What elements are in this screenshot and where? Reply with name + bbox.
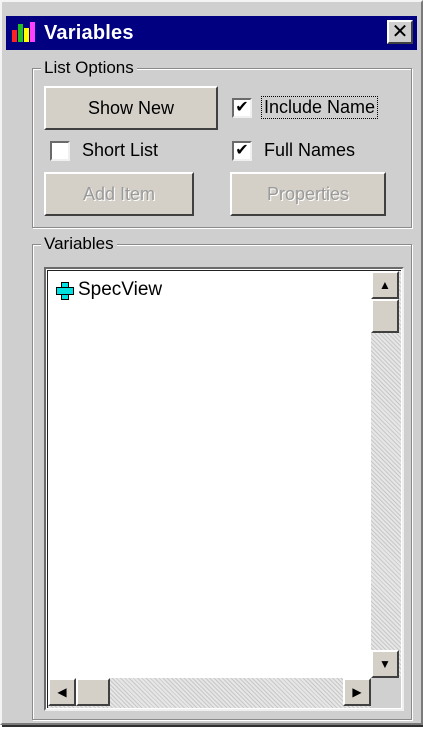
include-name-label: Include Name (260, 96, 379, 119)
title-bar[interactable]: Variables ✕ (6, 16, 417, 50)
include-name-check[interactable]: ✔ (232, 97, 252, 118)
full-names-checkbox[interactable]: ✔ Full Names (232, 140, 355, 161)
properties-button[interactable]: Properties (230, 172, 386, 216)
up-arrow-icon: ▲ (379, 278, 391, 292)
variables-list-content: SpecView ▲ ▼ ◀ ▶ (47, 270, 401, 708)
variables-legend: Variables (41, 234, 117, 254)
vertical-scroll-thumb[interactable] (371, 299, 399, 333)
variables-list[interactable]: SpecView ▲ ▼ ◀ ▶ (44, 267, 404, 711)
horizontal-scrollbar[interactable]: ◀ ▶ (48, 678, 371, 708)
list-options-legend: List Options (41, 58, 137, 78)
tree-item-label: SpecView (78, 279, 163, 300)
scroll-up-button[interactable]: ▲ (371, 271, 399, 299)
include-name-checkbox[interactable]: ✔ Include Name (232, 96, 379, 119)
scroll-down-button[interactable]: ▼ (371, 650, 399, 678)
scroll-right-button[interactable]: ▶ (343, 678, 371, 706)
full-names-label: Full Names (264, 140, 356, 160)
full-names-check[interactable]: ✔ (232, 140, 252, 161)
right-arrow-icon: ▶ (352, 685, 362, 699)
variables-window: Variables ✕ List Options Show New ✔ Incl… (0, 0, 423, 727)
tree-item-specview[interactable]: SpecView (56, 279, 162, 301)
variables-app-icon (10, 20, 40, 46)
down-arrow-icon: ▼ (379, 657, 391, 671)
short-list-checkbox[interactable]: Short List (50, 140, 158, 161)
close-icon: ✕ (391, 21, 409, 43)
show-new-button[interactable]: Show New (44, 86, 218, 130)
vertical-scrollbar[interactable]: ▲ ▼ (371, 271, 401, 678)
close-button[interactable]: ✕ (387, 20, 413, 44)
scrollbar-corner (371, 678, 401, 708)
add-item-button[interactable]: Add Item (44, 172, 194, 216)
plus-expand-icon[interactable] (56, 282, 74, 300)
short-list-check[interactable] (50, 140, 70, 161)
scroll-left-button[interactable]: ◀ (48, 678, 76, 706)
window-title: Variables (44, 21, 134, 44)
horizontal-scroll-thumb[interactable] (76, 678, 110, 706)
short-list-label: Short List (82, 140, 159, 160)
left-arrow-icon: ◀ (57, 685, 67, 699)
